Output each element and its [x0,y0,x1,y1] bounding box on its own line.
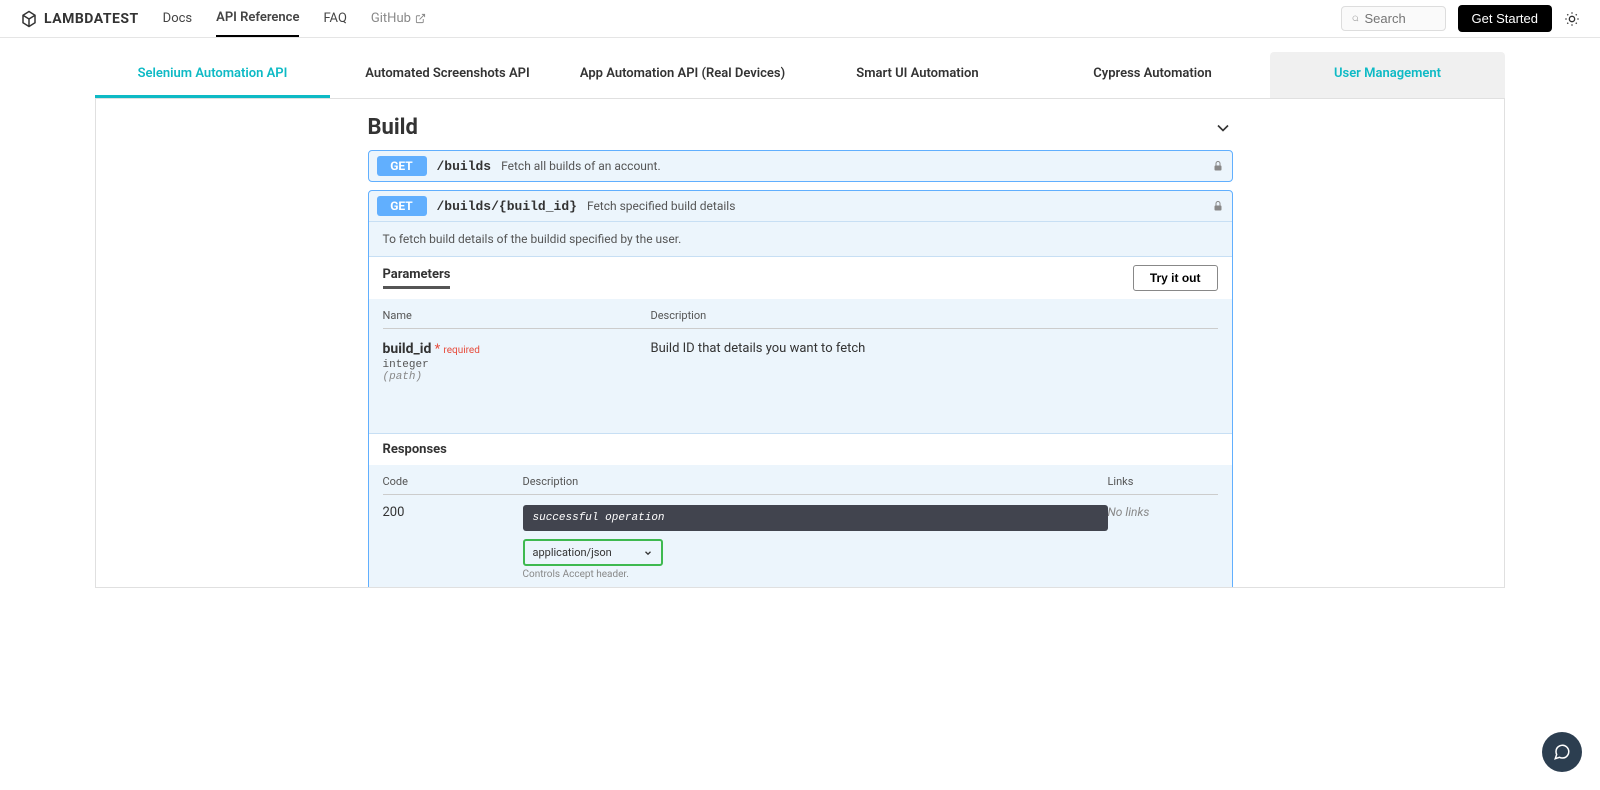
param-header-desc: Description [651,309,707,322]
search-input[interactable] [1365,11,1435,26]
endpoint-head[interactable]: GET /builds/{build_id} Fetch specified b… [369,191,1232,221]
responses-title: Responses [383,442,1218,457]
chat-icon [1553,743,1571,761]
endpoint-builds-list[interactable]: GET /builds Fetch all builds of an accou… [368,150,1233,182]
parameters-table: Name Description build_id * required int… [369,299,1232,433]
lock-icon[interactable] [1212,200,1224,212]
response-code: 200 [383,505,523,588]
resp-header-code: Code [383,475,523,488]
method-badge-get: GET [377,196,427,216]
header-left: LAMBDATEST Docs API Reference FAQ GitHub [20,0,426,37]
lock-icon[interactable] [1212,160,1224,172]
header-right: Get Started [1341,5,1580,32]
tab-smart-ui[interactable]: Smart UI Automation [800,52,1035,98]
search-icon [1352,12,1359,25]
content-inner: Build GET /builds Fetch all builds of an… [368,99,1233,588]
tab-user-management[interactable]: User Management [1270,52,1505,98]
accept-value: application/json [533,546,612,559]
section-header[interactable]: Build [368,109,1233,150]
accept-header-select[interactable]: application/json [523,539,663,566]
brand-text: LAMBDATEST [44,11,139,27]
try-it-out-button[interactable]: Try it out [1133,265,1218,291]
param-in: (path) [383,371,651,383]
get-started-button[interactable]: Get Started [1458,5,1552,32]
accept-note: Controls Accept header. [523,569,1108,580]
chevron-down-icon[interactable] [1213,118,1233,138]
param-type: integer [383,359,651,371]
responses-thead: Code Description Links [383,465,1218,495]
resp-header-desc: Description [523,475,1108,488]
nav-github[interactable]: GitHub [371,1,426,36]
responses-table: Code Description Links 200 successful op… [369,465,1232,588]
param-description: Build ID that details you want to fetch [651,341,866,383]
endpoint-build-detail: GET /builds/{build_id} Fetch specified b… [368,190,1233,588]
parameters-thead: Name Description [383,299,1218,329]
param-header-name: Name [383,309,651,322]
brand-logo[interactable]: LAMBDATEST [20,10,139,28]
lambdatest-icon [20,10,38,28]
parameter-row: build_id * required integer (path) Build… [383,329,1218,433]
content-outer: Build GET /builds Fetch all builds of an… [0,98,1600,588]
endpoint-summary: Fetch specified build details [587,199,735,213]
theme-toggle-icon[interactable] [1564,11,1580,27]
tab-cypress[interactable]: Cypress Automation [1035,52,1270,98]
response-message: successful operation [523,505,1108,531]
top-header: LAMBDATEST Docs API Reference FAQ GitHub… [0,0,1600,38]
nav-docs[interactable]: Docs [163,1,192,36]
chat-button[interactable] [1542,732,1582,772]
nav-api-reference[interactable]: API Reference [216,0,299,37]
endpoint-description: To fetch build details of the buildid sp… [369,221,1232,256]
method-badge-get: GET [377,156,427,176]
endpoint-head[interactable]: GET /builds Fetch all builds of an accou… [369,151,1232,181]
resp-header-links: Links [1108,475,1218,488]
tab-selenium[interactable]: Selenium Automation API [95,52,330,98]
api-tabs: Selenium Automation API Automated Screen… [95,52,1505,98]
tabs-wrap: Selenium Automation API Automated Screen… [0,38,1600,98]
tab-app-automation[interactable]: App Automation API (Real Devices) [565,52,800,98]
response-desc-col: successful operation application/json Co… [523,505,1108,588]
param-name: build_id [383,341,432,357]
param-name-cell: build_id * required integer (path) [383,341,651,383]
endpoint-path: /builds [437,159,492,174]
search-box[interactable] [1341,6,1446,31]
parameters-title: Parameters [383,267,451,289]
tab-screenshots[interactable]: Automated Screenshots API [330,52,565,98]
section-title: Build [368,115,418,140]
external-link-icon [415,13,426,24]
responses-header: Responses [369,433,1232,465]
required-star: * [435,342,441,357]
response-links: No links [1108,505,1218,588]
endpoint-path: /builds/{build_id} [437,199,577,214]
chevron-down-icon [643,548,653,558]
content-frame[interactable]: Build GET /builds Fetch all builds of an… [95,98,1505,588]
response-row: 200 successful operation application/jso… [383,495,1218,588]
nav-faq[interactable]: FAQ [323,1,346,36]
endpoint-summary: Fetch all builds of an account. [501,159,661,173]
parameters-header: Parameters Try it out [369,256,1232,299]
required-label: required [443,345,479,356]
